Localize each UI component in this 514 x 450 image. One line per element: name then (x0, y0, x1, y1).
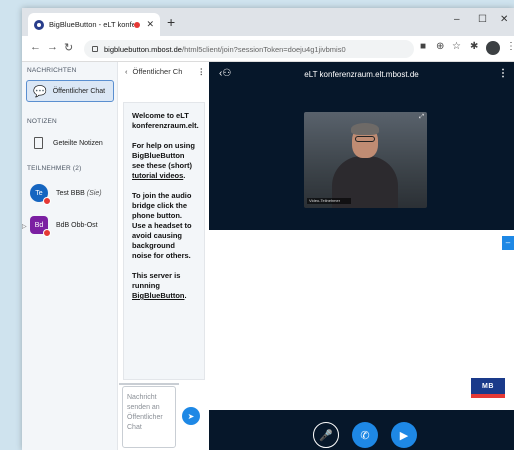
chat-options-icon[interactable]: ⋮ (198, 67, 206, 76)
camera-permission-icon[interactable]: ■ (420, 41, 426, 52)
mbost-logo: MB (471, 378, 505, 394)
meeting-options-icon[interactable]: ⋮ (498, 68, 508, 79)
welcome-message: Welcome to eLT konferenzraum.elt. For he… (123, 102, 205, 380)
chevron-left-icon[interactable]: ‹ (125, 67, 128, 76)
presentation-toggle-button[interactable]: – (502, 236, 514, 250)
extensions-icon[interactable]: ✱ (470, 41, 478, 52)
muted-badge-icon (43, 229, 51, 237)
mute-microphone-button[interactable]: 🎤 (313, 422, 339, 448)
notes-section-title: NOTIZEN (27, 118, 57, 125)
meeting-header: ‹⚇ eLT konferenzraum.elt.mbost.de ⋮ (209, 62, 514, 92)
presenter-caret-icon: ▷ (22, 224, 27, 230)
zoom-icon[interactable]: ⊕ (436, 41, 444, 52)
meeting-title: eLT konferenzraum.elt.mbost.de (304, 70, 419, 79)
participant-name: Test BBB (56, 189, 85, 197)
shared-notes-item[interactable]: Geteilte Notizen (26, 132, 114, 154)
avatar: Bd (30, 216, 51, 237)
fullscreen-icon[interactable]: ⤢ (419, 114, 424, 121)
participant-name: BdB Obb-Ost (56, 221, 98, 229)
browser-tab[interactable]: BigBlueButton - eLT konfere ✕ (28, 13, 160, 36)
chat-bubble-icon: 💬 (33, 85, 47, 98)
send-button[interactable]: ➤ (182, 407, 200, 425)
bookmark-star-icon[interactable]: ☆ (452, 41, 461, 52)
logo-stripe (471, 394, 505, 398)
forward-icon[interactable]: → (47, 41, 58, 53)
public-chat-item[interactable]: 💬 Öffentlicher Chat (26, 80, 114, 102)
chat-message-input[interactable]: Nachricht senden an Öffentlicher Chat (122, 386, 176, 448)
recording-indicator-icon (134, 21, 141, 28)
shared-notes-label: Geteilte Notizen (53, 139, 103, 147)
avatar: Te (30, 184, 51, 205)
bigbluebutton-favicon-icon (34, 19, 44, 30)
tab-title: BigBlueButton - eLT konfere (49, 20, 135, 29)
welcome-audio-text: To join the audio bridge click the phone… (132, 191, 192, 260)
url-text: bigbluebutton.mbost.de/html5client/join?… (104, 44, 346, 54)
browser-menu-icon[interactable]: ⋮ (506, 41, 514, 52)
browser-toolbar: ← → ↻ bigbluebutton.mbost.de/html5client… (22, 36, 514, 62)
reload-icon[interactable]: ↻ (64, 41, 73, 54)
address-bar[interactable]: bigbluebutton.mbost.de/html5client/join?… (84, 40, 414, 58)
bbb-app: NACHRICHTEN 💬 Öffentlicher Chat NOTIZEN … (22, 62, 514, 450)
media-controls: 🎤 ✆ ▶ (209, 416, 514, 450)
back-icon[interactable]: ← (30, 41, 41, 53)
window-close-button[interactable]: ✕ (500, 14, 508, 25)
tab-strip: BigBlueButton - eLT konfere ✕ + – ☐ ✕ (22, 8, 514, 36)
profile-avatar-icon[interactable] (486, 41, 500, 55)
welcome-title: Welcome to eLT konferenzraum.elt. (132, 111, 199, 130)
join-audio-phone-button[interactable]: ✆ (352, 422, 378, 448)
tutorial-videos-link[interactable]: tutorial videos (132, 171, 183, 180)
maximize-button[interactable]: ☐ (478, 14, 487, 25)
participant-row[interactable]: Bd BdB Obb-Ost (30, 214, 116, 237)
chat-header: ‹ Öffentlicher Ch ⋮ (125, 67, 205, 76)
browser-window: BigBlueButton - eLT konfere ✕ + – ☐ ✕ ← … (22, 8, 514, 450)
bigbluebutton-link[interactable]: BigBlueButton (132, 291, 185, 300)
webcam-username: Video-Teilnehmer (307, 198, 351, 204)
webcam-video[interactable]: Video-Teilnehmer ⤢ (304, 112, 427, 208)
new-tab-button[interactable]: + (167, 14, 175, 30)
notes-page-icon (34, 137, 43, 149)
user-list-panel: NACHRICHTEN 💬 Öffentlicher Chat NOTIZEN … (22, 62, 118, 450)
presentation-area[interactable]: – MB (209, 230, 514, 410)
compose-divider (119, 383, 179, 385)
share-webcam-button[interactable]: ▶ (391, 422, 417, 448)
tab-close-icon[interactable]: ✕ (146, 19, 154, 30)
chat-title: Öffentlicher Ch (132, 67, 183, 76)
meeting-area: ‹⚇ eLT konferenzraum.elt.mbost.de ⋮ Vide… (209, 62, 514, 450)
muted-badge-icon (43, 197, 51, 205)
welcome-help-text: For help on using BigBlueButton see thes… (132, 141, 195, 180)
participant-row[interactable]: Te Test BBB (Sie) (30, 182, 116, 205)
public-chat-label: Öffentlicher Chat (52, 87, 106, 95)
welcome-server-text: This server is running BigBlueButton. (132, 271, 187, 300)
participant-you-tag: (Sie) (86, 189, 102, 197)
lock-icon (92, 46, 98, 52)
participants-section-title: TEILNEHMER (2) (27, 165, 82, 172)
minimize-button[interactable]: – (454, 14, 460, 25)
messages-section-title: NACHRICHTEN (27, 67, 77, 74)
